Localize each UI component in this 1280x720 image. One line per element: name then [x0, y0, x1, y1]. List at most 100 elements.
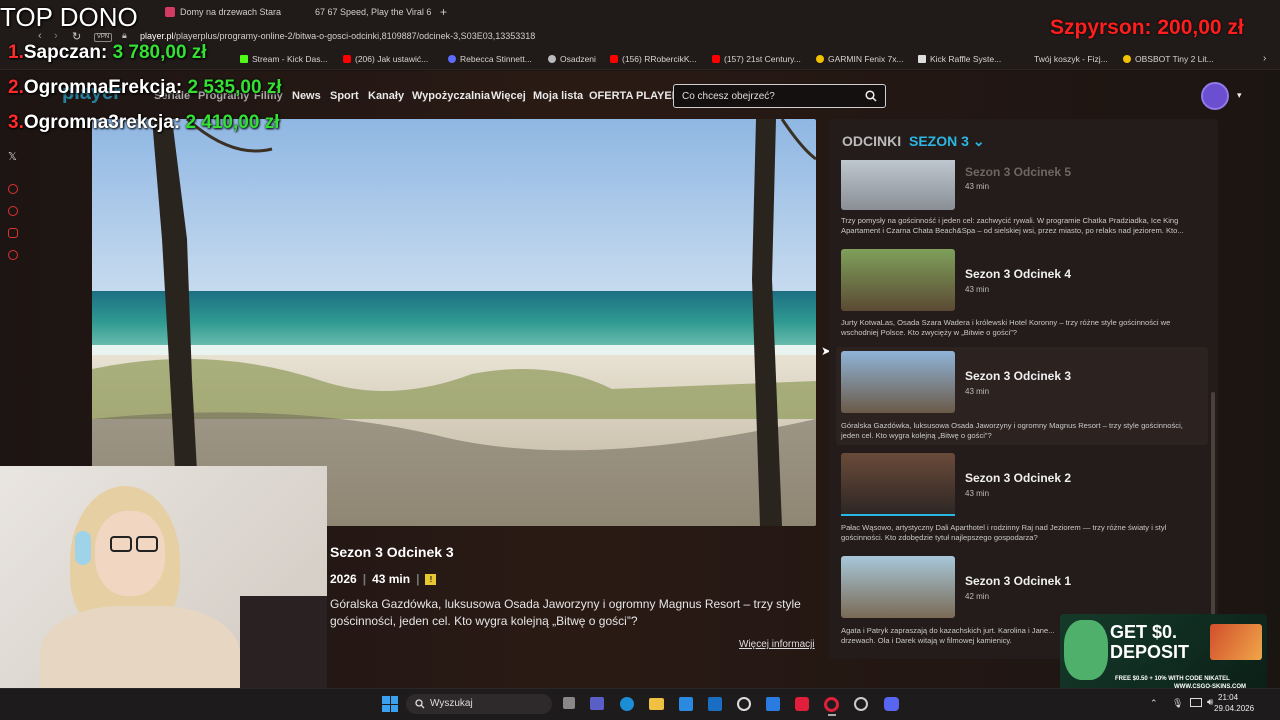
episode-thumbnail[interactable]: [841, 351, 955, 413]
vpn-badge[interactable]: VPN: [94, 33, 112, 42]
bookmark-item[interactable]: OBSBOT Tiny 2 Lit...: [1123, 54, 1214, 64]
search-icon: [415, 699, 425, 709]
bookmark-item[interactable]: Twój koszyk - Fizj...: [1034, 54, 1108, 64]
bookmark-label: Rebecca Stinnett...: [460, 54, 532, 64]
circle-icon[interactable]: [8, 184, 18, 194]
opera-gx-icon[interactable]: [824, 697, 839, 712]
windows-start-icon[interactable]: [382, 696, 398, 712]
url-field[interactable]: player.pl/playerplus/programy-online-2/b…: [140, 31, 535, 41]
episode-thumbnail[interactable]: [841, 556, 955, 618]
tab-label: 67 67 Speed, Play the Viral 6: [315, 7, 432, 17]
nav-news[interactable]: News: [292, 90, 321, 102]
task-view-icon[interactable]: [563, 697, 575, 709]
search-icon[interactable]: [865, 90, 877, 102]
episode-card-title: Sezon 3 Odcinek 5: [965, 165, 1072, 179]
mail-icon[interactable]: [708, 697, 722, 711]
bookmark-item[interactable]: (157) 21st Century...: [712, 54, 801, 64]
bookmark-item[interactable]: Osadzeni: [548, 54, 596, 64]
avatar[interactable]: [1201, 82, 1229, 110]
x-icon[interactable]: 𝕏: [8, 150, 17, 163]
nav-kanaly[interactable]: Kanały: [368, 90, 404, 102]
bookmark-label: Twój koszyk - Fizj...: [1034, 54, 1108, 64]
ad-code: FREE $0.50 + 10% WITH CODE NIKATEL: [1115, 676, 1230, 682]
monitor-icon[interactable]: [1190, 698, 1202, 707]
episode-card-description: Pałac Wąsowo, artystyczny Dali Aparthote…: [841, 523, 1167, 542]
episode-card-title[interactable]: Sezon 3 Odcinek 4: [965, 267, 1071, 281]
more-info-link[interactable]: Więcej informacji: [739, 639, 815, 650]
search-input[interactable]: [682, 89, 862, 104]
bookmark-item[interactable]: Kick Raffle Syste...: [918, 54, 1001, 64]
episode-thumbnail[interactable]: [841, 453, 955, 515]
episodes-heading: ODCINKI: [842, 133, 902, 149]
active-app-indicator: [828, 714, 836, 716]
episode-card-title[interactable]: Sezon 3 Odcinek 1: [965, 574, 1071, 588]
teams-icon[interactable]: [590, 697, 604, 710]
bookmark-item[interactable]: (206) Jak ustawić...: [343, 54, 428, 64]
taskbar-search[interactable]: Wyszukaj: [406, 694, 552, 714]
ad-banner[interactable]: GET $0. DEPOSIT FREE $0.50 + 10% WITH CO…: [1060, 614, 1267, 692]
app-icon[interactable]: [766, 697, 780, 711]
bookmark-label: OBSBOT Tiny 2 Lit...: [1135, 54, 1214, 64]
tab-label: Domy na drzewach Stara: [180, 7, 282, 17]
video-player[interactable]: [92, 119, 816, 526]
episode-card-description: Góralska Gazdówka, luksusowa Osada Jawor…: [841, 421, 1183, 440]
episode-card-description: Agata i Patryk zapraszają do kazachskich…: [841, 626, 1055, 645]
ad-title-2: DEPOSIT: [1110, 642, 1190, 662]
nav-oferta-player[interactable]: OFERTA PLAYER: [589, 90, 680, 102]
taskbar-date[interactable]: 29.04.2026: [1214, 704, 1254, 713]
episode-card-description: Trzy pomysły na gościnność i jeden cel: …: [841, 216, 1184, 235]
episode-thumbnail[interactable]: [841, 249, 955, 311]
episode-card-duration: 43 min: [965, 285, 990, 294]
meta-divider: |: [416, 572, 420, 586]
chat-icon[interactable]: [8, 228, 18, 238]
bookmark-item[interactable]: Stream - Kick Das...: [240, 54, 328, 64]
microphone-icon[interactable]: 🎙︎: [1172, 698, 1183, 709]
taskbar-search-label: Wyszukaj: [430, 698, 473, 709]
app-icon[interactable]: [737, 697, 751, 711]
donor-rank: 2.: [8, 77, 24, 98]
nav-wypozyczalnia[interactable]: Wypożyczalnia: [412, 90, 490, 102]
episode-card-duration: 43 min: [965, 387, 990, 396]
episode-card-title[interactable]: Sezon 3 Odcinek 2: [965, 471, 1071, 485]
youtube-icon: [610, 55, 618, 63]
settings-icon[interactable]: [8, 250, 18, 260]
site-icon: [448, 55, 456, 63]
opera-icon[interactable]: [795, 697, 809, 711]
url-path: /playerplus/programy-online-2/bitwa-o-go…: [173, 31, 536, 41]
donor-row-1: 1.Sapczan: 3 780,00 zł: [8, 42, 207, 64]
page-icon: [918, 55, 926, 63]
clock-icon[interactable]: [8, 206, 18, 216]
chevron-up-icon[interactable]: ⌃: [1150, 698, 1158, 709]
edge-icon[interactable]: [620, 697, 634, 711]
site-icon: [1123, 55, 1131, 63]
browser-tab[interactable]: 67 67 Speed, Play the Viral 6: [315, 3, 431, 21]
nav-sport[interactable]: Sport: [330, 90, 359, 102]
bookmark-item[interactable]: (156) RRobercikK...: [610, 54, 697, 64]
chevron-right-icon[interactable]: ›: [1263, 53, 1266, 64]
episode-card-5[interactable]: Sezon 3 Odcinek 5 43 min Trzy pomysły na…: [838, 160, 1208, 242]
nav-wiecej[interactable]: Więcej: [491, 90, 526, 102]
episode-card-title[interactable]: Sezon 3 Odcinek 3: [965, 369, 1071, 383]
taskbar-time[interactable]: 21:04: [1218, 693, 1238, 702]
glasses: [110, 536, 132, 552]
browser-tab[interactable]: Domy na drzewach Stara: [165, 3, 281, 21]
donor-name: Ogromna3rekcja:: [23, 112, 181, 133]
bookmark-item[interactable]: GARMIN Fenix 7x...: [816, 54, 904, 64]
episode-card-duration: 43 min: [965, 182, 990, 191]
episode-duration: 43 min: [372, 572, 411, 586]
panel-scrollbar[interactable]: [1211, 392, 1215, 618]
youtube-icon: [343, 55, 351, 63]
store-icon[interactable]: [679, 697, 693, 711]
garmin-icon: [816, 55, 824, 63]
new-tab-icon[interactable]: +: [440, 5, 447, 19]
chevron-down-icon[interactable]: ▾: [1237, 90, 1242, 101]
bookmark-item[interactable]: Rebecca Stinnett...: [448, 54, 532, 64]
site-icon: [548, 55, 556, 63]
nav-moja-lista[interactable]: Moja lista: [533, 90, 583, 102]
volume-icon[interactable]: 🔊︎: [1207, 697, 1213, 708]
discord-icon[interactable]: [884, 697, 899, 711]
season-select[interactable]: SEZON 3 ⌄: [909, 133, 985, 150]
obs-icon[interactable]: [854, 697, 868, 711]
search-box[interactable]: [673, 84, 886, 108]
file-explorer-icon[interactable]: [649, 698, 664, 710]
